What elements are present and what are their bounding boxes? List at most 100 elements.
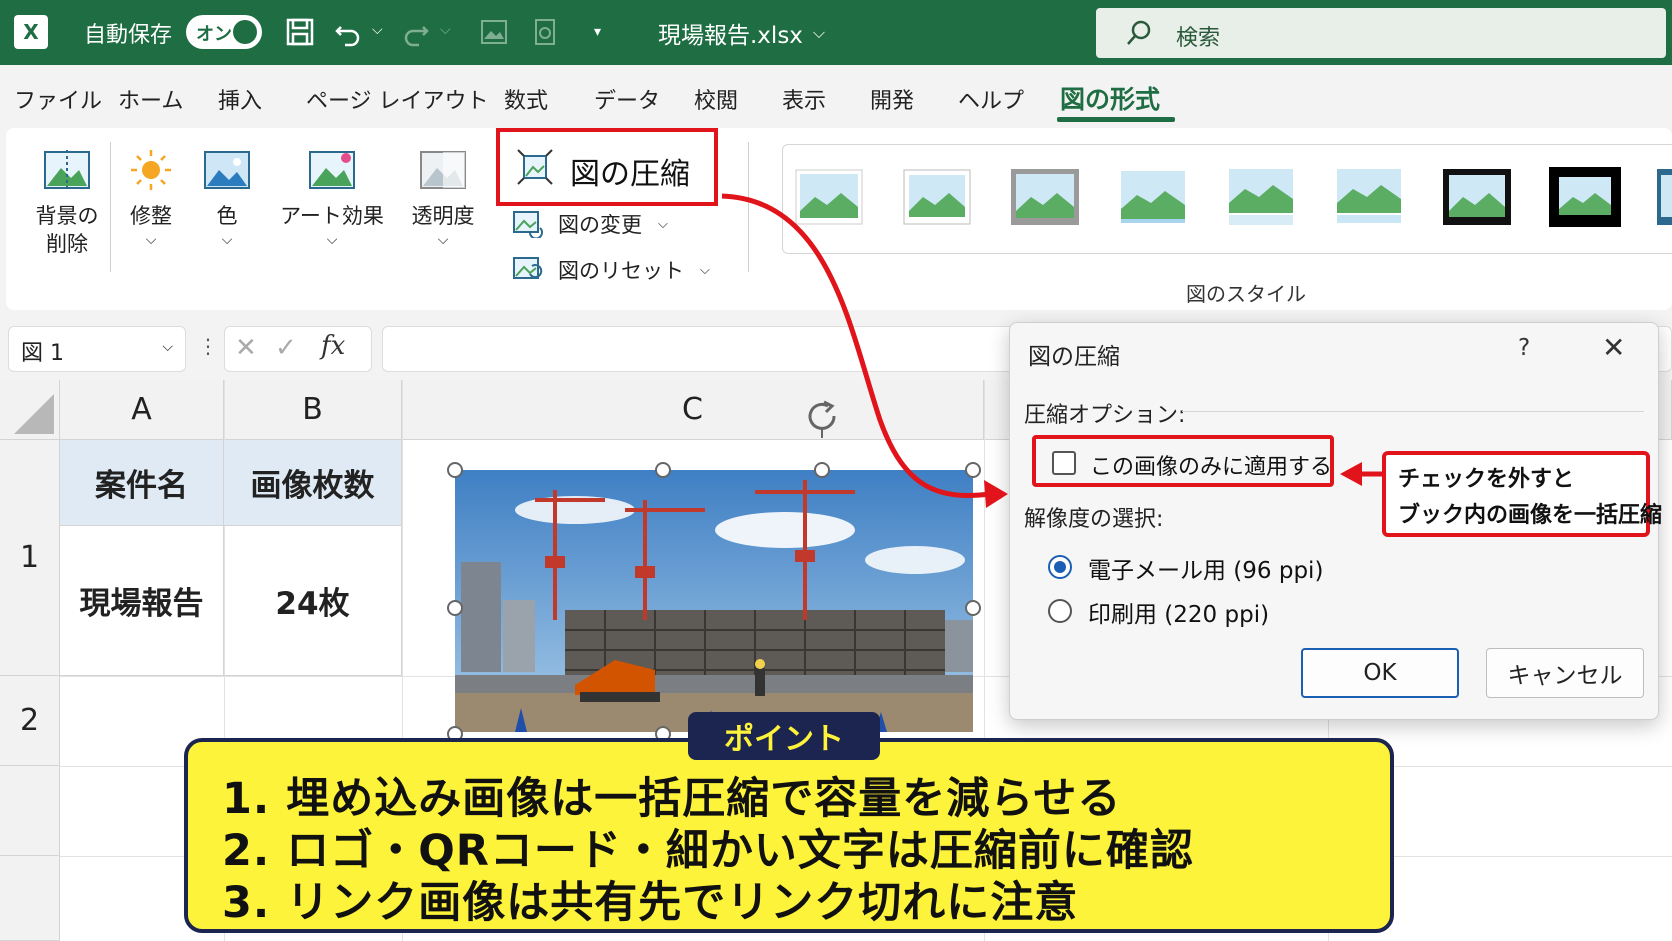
transparency-button[interactable]: 透明度 ⌵ xyxy=(398,148,488,248)
customize-qat-icon[interactable]: ▾ xyxy=(594,24,601,40)
print-resolution-label[interactable]: 印刷用 (220 ppi) xyxy=(1088,595,1269,629)
picture-style-thumb[interactable] xyxy=(901,167,973,227)
toggle-knob xyxy=(233,20,257,44)
resize-handle[interactable] xyxy=(814,462,830,478)
row-header-4[interactable] xyxy=(0,856,60,941)
chevron-down-icon[interactable]: ⌵ xyxy=(162,339,173,355)
chevron-down-icon: ⌵ xyxy=(437,232,449,248)
filename-title[interactable]: 現場報告.xlsx ⌵ xyxy=(658,0,825,65)
help-button[interactable]: ? xyxy=(1518,335,1530,361)
select-all-button[interactable] xyxy=(0,380,60,440)
picture-style-thumb[interactable] xyxy=(1333,167,1405,227)
rotate-handle-icon[interactable] xyxy=(800,394,844,438)
row-header-1[interactable]: 1 xyxy=(0,440,60,676)
callout-line-2: ブック内の画像を一括圧縮 xyxy=(1398,503,1663,528)
picture-style-thumb[interactable] xyxy=(1117,167,1189,227)
picture-styles-group-label: 図のスタイル xyxy=(1186,282,1306,306)
autosave-label: 自動保存 xyxy=(84,22,173,48)
column-header-a[interactable]: A xyxy=(60,380,224,440)
tab-page-layout[interactable]: ページ レイアウト xyxy=(306,83,489,115)
callout-line-1: チェックを外すと xyxy=(1398,467,1575,492)
artistic-effects-button[interactable]: アート効果 ⌵ xyxy=(272,148,392,248)
ok-button[interactable]: OK xyxy=(1301,648,1459,698)
cell-a-value[interactable]: 現場報告 xyxy=(60,526,224,676)
cell-b1-header[interactable]: 画像枚数 xyxy=(224,440,402,526)
tab-file[interactable]: ファイル xyxy=(14,83,102,115)
reset-picture-label: 図のリセット xyxy=(558,259,684,283)
construction-photo-image xyxy=(455,470,973,732)
tab-insert[interactable]: 挿入 xyxy=(218,83,262,115)
row-header-3[interactable] xyxy=(0,766,60,856)
resize-handle[interactable] xyxy=(965,600,981,616)
point-tag: ポイント xyxy=(688,712,880,760)
compress-pictures-button[interactable]: 図の圧縮 xyxy=(496,128,718,206)
resize-handle[interactable] xyxy=(447,462,463,478)
picture-style-thumb[interactable] xyxy=(1549,167,1621,227)
reset-picture-button[interactable]: 図のリセット ⌵ xyxy=(512,252,710,288)
point-summary-box: 1. 埋め込み画像は一括圧縮で容量を減らせる 2. ロゴ・QRコード・細かい文字… xyxy=(184,738,1394,933)
change-picture-button[interactable]: 図の変更 ⌵ xyxy=(512,206,668,242)
tab-help[interactable]: ヘルプ xyxy=(958,83,1024,115)
insert-function-button[interactable]: fx xyxy=(321,331,345,361)
reset-picture-icon xyxy=(513,257,543,279)
picture-style-thumb[interactable] xyxy=(1441,167,1513,227)
apply-only-label: この画像のみに適用する xyxy=(1090,455,1333,480)
cancel-button[interactable]: キャンセル xyxy=(1486,648,1644,698)
more-options-icon[interactable]: ⋮ xyxy=(198,334,218,358)
tab-formulas[interactable]: 数式 xyxy=(504,83,548,115)
undo-dropdown-icon[interactable]: ⌵ xyxy=(372,22,383,38)
chevron-down-icon: ⌵ xyxy=(221,232,233,248)
apply-only-option[interactable]: この画像のみに適用する xyxy=(1032,435,1334,487)
chevron-down-icon: ⌵ xyxy=(700,262,710,278)
resize-handle[interactable] xyxy=(655,462,671,478)
artistic-effects-icon xyxy=(309,151,355,189)
name-box-value: 図 1 xyxy=(21,341,64,366)
search-placeholder: 検索 xyxy=(1176,26,1221,51)
tab-developer[interactable]: 開発 xyxy=(870,83,914,115)
undo-icon[interactable] xyxy=(330,14,366,50)
save-icon[interactable] xyxy=(282,14,318,50)
tab-review[interactable]: 校閲 xyxy=(694,83,738,115)
column-header-b[interactable]: B xyxy=(224,380,402,440)
picture-style-thumb[interactable] xyxy=(1225,167,1297,227)
enter-formula-icon[interactable]: ✓ xyxy=(275,333,297,363)
picture-style-thumb[interactable] xyxy=(793,167,865,227)
tab-picture-format[interactable]: 図の形式 xyxy=(1060,80,1160,116)
picture-style-thumb[interactable] xyxy=(1009,167,1081,227)
print-resolution-radio[interactable] xyxy=(1048,599,1072,623)
formula-buttons: ✕ ✓ fx xyxy=(224,326,372,372)
color-button[interactable]: 色 ⌵ xyxy=(182,148,272,248)
apply-only-checkbox[interactable] xyxy=(1052,451,1076,475)
close-icon[interactable]: ✕ xyxy=(1602,331,1625,364)
remove-background-icon xyxy=(44,150,90,190)
email-resolution-radio[interactable] xyxy=(1048,555,1072,579)
name-box[interactable]: 図 1 ⌵ xyxy=(8,326,186,372)
resize-handle[interactable] xyxy=(447,600,463,616)
column-header-c[interactable]: C xyxy=(402,380,984,440)
cell-b-value[interactable]: 24枚 xyxy=(224,526,402,676)
autosave-toggle[interactable]: オン xyxy=(186,15,262,49)
tab-data[interactable]: データ xyxy=(594,83,660,115)
refresh-qat-icon[interactable] xyxy=(528,14,564,50)
search-box[interactable]: 検索 xyxy=(1096,8,1666,58)
picture-style-thumb[interactable] xyxy=(1655,167,1672,227)
cancel-formula-icon[interactable]: ✕ xyxy=(235,333,257,363)
email-resolution-label[interactable]: 電子メール用 (96 ppi) xyxy=(1088,551,1323,585)
excel-logo-icon: X xyxy=(14,15,48,49)
construction-site-picture[interactable] xyxy=(455,470,973,732)
cell-a1-header[interactable]: 案件名 xyxy=(60,440,224,526)
redo-dropdown-icon[interactable]: ⌵ xyxy=(440,22,451,38)
ribbon-divider xyxy=(748,142,749,272)
picture-qat-icon[interactable] xyxy=(476,14,512,50)
change-picture-label: 図の変更 xyxy=(558,213,642,237)
row-header-2[interactable]: 2 xyxy=(0,676,60,766)
filename-text: 現場報告.xlsx xyxy=(658,22,803,49)
redo-icon[interactable] xyxy=(398,14,434,50)
resize-handle[interactable] xyxy=(965,462,981,478)
ribbon-panel: 背景の 削除 修整 ⌵ 色 ⌵ アート効果 ⌵ 透明度 ⌵ 図の変更 ⌵ 図のリ… xyxy=(6,128,1672,310)
tab-view[interactable]: 表示 xyxy=(782,83,826,115)
remove-background-button[interactable]: 背景の 削除 xyxy=(22,148,112,258)
remove-background-label-1: 背景の xyxy=(35,204,99,228)
title-bar: X 自動保存 オン ⌵ ⌵ ▾ 現場報告.xlsx ⌵ 検索 xyxy=(0,0,1672,65)
tab-home[interactable]: ホーム xyxy=(118,83,183,115)
